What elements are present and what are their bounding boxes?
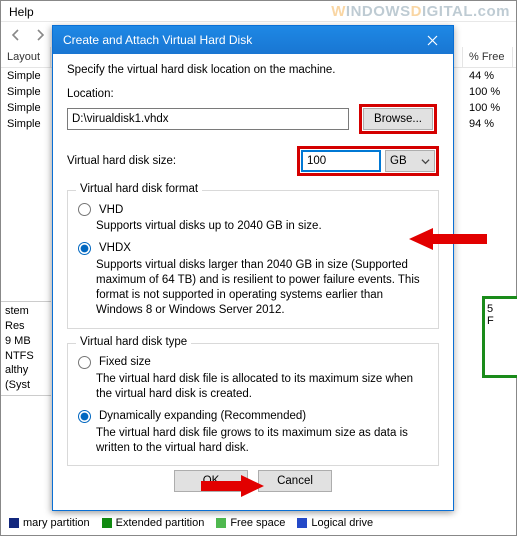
col-layout[interactable]: Layout	[1, 47, 51, 67]
legend-free: Free space	[216, 517, 285, 529]
radio-fixed-label: Fixed size	[99, 356, 151, 368]
format-group: Virtual hard disk format VHD Supports vi…	[67, 190, 439, 329]
dialog-description: Specify the virtual hard disk location o…	[67, 64, 439, 76]
partition-legend: mary partition Extended partition Free s…	[1, 511, 516, 535]
size-unit-select[interactable]: GB	[385, 150, 435, 172]
titlebar[interactable]: Create and Attach Virtual Hard Disk	[53, 26, 453, 54]
cell: 100 %	[463, 100, 513, 116]
legend-logical: Logical drive	[297, 517, 373, 529]
watermark: WINDOWSDIGITAL.com	[331, 3, 510, 20]
cell: 100 %	[463, 84, 513, 100]
annotation-arrow-icon	[409, 226, 487, 252]
type-group: Virtual hard disk type Fixed size The vi…	[67, 343, 439, 467]
toolbar-btn-back[interactable]	[5, 24, 27, 46]
cell: Simple	[1, 116, 51, 132]
location-label: Location:	[67, 88, 439, 100]
cancel-button[interactable]: Cancel	[258, 470, 332, 492]
cell: Simple	[1, 84, 51, 100]
dynamic-desc: The virtual hard disk file grows to its …	[96, 426, 428, 456]
radio-vhdx[interactable]: VHDX	[78, 242, 428, 255]
size-input[interactable]	[301, 150, 381, 172]
partition-fragment-right: 5 F	[482, 296, 517, 378]
close-button[interactable]	[415, 28, 449, 52]
type-legend: Virtual hard disk type	[76, 336, 191, 348]
size-highlight: GB	[297, 146, 439, 176]
cell: Simple	[1, 68, 51, 84]
radio-vhdx-label: VHDX	[99, 242, 131, 254]
menu-help[interactable]: Help	[9, 5, 34, 19]
create-vhd-dialog: Create and Attach Virtual Hard Disk Spec…	[52, 25, 454, 511]
radio-dynamic-label: Dynamically expanding (Recommended)	[99, 410, 306, 422]
vhdx-desc: Supports virtual disks larger than 2040 …	[96, 258, 428, 318]
vhd-desc: Supports virtual disks up to 2040 GB in …	[96, 219, 428, 234]
legend-extended: Extended partition	[102, 517, 205, 529]
cell: 44 %	[463, 68, 513, 84]
format-legend: Virtual hard disk format	[76, 183, 202, 195]
radio-vhd-label: VHD	[99, 204, 123, 216]
size-unit-value: GB	[390, 155, 407, 167]
browse-highlight: Browse...	[359, 104, 437, 134]
radio-dynamic[interactable]: Dynamically expanding (Recommended)	[78, 410, 428, 423]
radio-vhd[interactable]: VHD	[78, 203, 428, 216]
legend-primary: mary partition	[9, 517, 90, 529]
cell: Simple	[1, 100, 51, 116]
dialog-title: Create and Attach Virtual Hard Disk	[63, 33, 415, 47]
close-icon	[427, 35, 438, 46]
fixed-desc: The virtual hard disk file is allocated …	[96, 372, 428, 402]
location-input[interactable]	[67, 108, 349, 130]
chevron-down-icon	[421, 157, 430, 166]
browse-button[interactable]: Browse...	[363, 108, 433, 130]
radio-fixed[interactable]: Fixed size	[78, 356, 428, 369]
cell: 94 %	[463, 116, 513, 132]
col-free[interactable]: % Free	[463, 47, 513, 67]
size-label: Virtual hard disk size:	[67, 155, 289, 167]
partition-fragment-left: stem Res 9 MB NTFS althy (Syst	[1, 301, 51, 396]
toolbar-btn-fwd[interactable]	[29, 24, 51, 46]
annotation-arrow-icon	[201, 473, 264, 499]
